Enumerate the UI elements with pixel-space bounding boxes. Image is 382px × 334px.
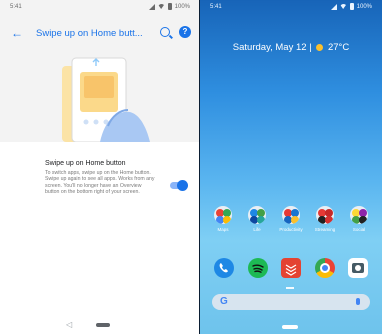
folder-streaming[interactable]: Streaming xyxy=(310,206,340,232)
status-time: 5:41 xyxy=(210,4,222,10)
home-pill-button[interactable] xyxy=(96,323,110,327)
home-pill-button[interactable] xyxy=(282,325,298,329)
battery-icon xyxy=(349,3,354,10)
status-time: 5:41 xyxy=(10,4,22,10)
settings-screen: 5:41 100% ← Swipe up on Home butt... ? S… xyxy=(0,0,200,334)
wifi-icon xyxy=(157,4,165,9)
toggle-knob xyxy=(177,180,188,191)
app-bar: ← Swipe up on Home butt... ? xyxy=(0,14,200,52)
productivity-folder-icon xyxy=(282,206,300,224)
battery-icon xyxy=(167,3,172,10)
status-bar: 5:41 100% xyxy=(0,0,200,14)
folder-label: Streaming xyxy=(314,227,336,232)
social-folder-icon xyxy=(350,206,368,224)
phone-icon[interactable] xyxy=(214,258,234,278)
camera-icon[interactable] xyxy=(348,258,368,278)
folder-label: Life xyxy=(253,227,261,232)
folder-life[interactable]: Life xyxy=(242,206,272,232)
status-bar: 5:41 100% xyxy=(200,0,382,14)
swipe-up-toggle[interactable] xyxy=(170,180,188,191)
signal-icon xyxy=(330,3,337,10)
folder-label: Productivity xyxy=(279,227,303,232)
back-arrow-icon[interactable]: ← xyxy=(6,26,28,40)
folder-productivity[interactable]: Productivity xyxy=(276,206,306,232)
navigation-bar: ◁ xyxy=(0,316,200,334)
app-folder-row: Maps Life Productivity Streaming Social xyxy=(208,206,374,232)
search-icon[interactable] xyxy=(160,27,170,37)
signal-icon xyxy=(148,3,155,10)
folder-label: Social xyxy=(352,227,366,232)
chrome-icon[interactable] xyxy=(314,258,335,278)
folder-label: Maps xyxy=(217,227,229,232)
streaming-folder-icon xyxy=(316,206,334,224)
sun-icon xyxy=(316,44,324,51)
life-folder-icon xyxy=(248,206,266,224)
help-icon[interactable]: ? xyxy=(179,26,191,38)
google-logo-icon: G xyxy=(220,296,228,307)
todoist-icon[interactable] xyxy=(281,258,301,278)
gesture-illustration xyxy=(0,52,200,142)
microphone-icon[interactable] xyxy=(356,298,360,305)
battery-percent: 100% xyxy=(174,3,190,10)
home-screen: 5:41 100% Saturday, May 12 | 27°C Maps L… xyxy=(200,0,382,334)
date-weather-widget[interactable]: Saturday, May 12 | 27°C xyxy=(200,42,382,53)
page-title: Swipe up on Home butt... xyxy=(36,27,143,39)
maps-folder-icon xyxy=(214,206,232,224)
battery-percent: 100% xyxy=(356,3,372,10)
status-icons: 100% xyxy=(148,3,190,10)
nav-back-icon[interactable]: ◁ xyxy=(66,320,72,329)
folder-social[interactable]: Social xyxy=(344,206,374,232)
temperature-label: 27°C xyxy=(327,42,350,53)
setting-description: To switch apps, swipe up on the Home but… xyxy=(45,170,155,196)
setting-title: Swipe up on Home button xyxy=(45,160,126,167)
google-search-bar[interactable]: G xyxy=(212,294,370,310)
app-dock xyxy=(214,258,368,278)
wifi-icon xyxy=(339,4,347,9)
page-indicator xyxy=(286,287,294,289)
date-label: Saturday, May 12 xyxy=(232,42,307,53)
spotify-icon[interactable] xyxy=(247,258,268,278)
status-icons: 100% xyxy=(330,3,372,10)
folder-maps[interactable]: Maps xyxy=(208,206,238,232)
